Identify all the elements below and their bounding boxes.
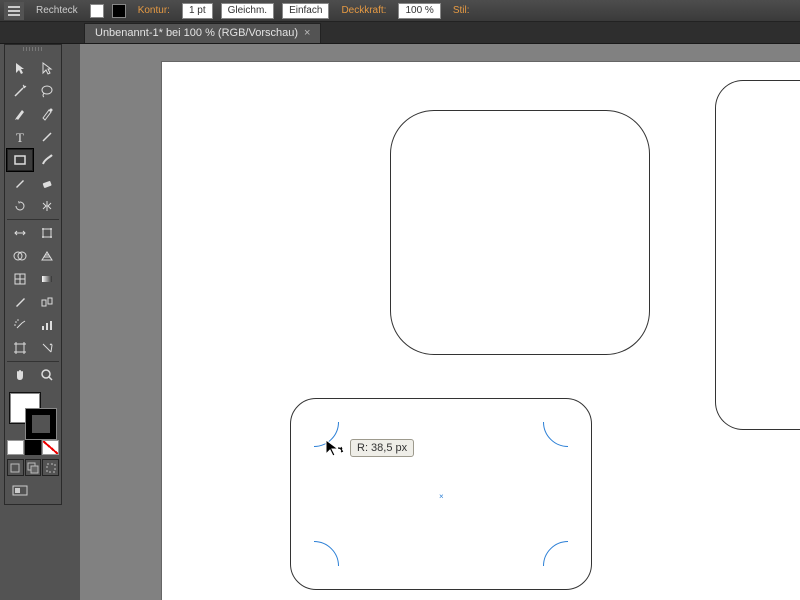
mesh-tool[interactable] <box>7 268 33 290</box>
stroke-color-swatch[interactable] <box>25 408 57 440</box>
canvas-area[interactable]: × R: 38,5 px <box>80 44 800 600</box>
none-mode-icon[interactable] <box>42 440 59 455</box>
free-transform-tool[interactable] <box>34 222 60 244</box>
rounded-rect-1[interactable] <box>390 110 650 355</box>
document-tab[interactable]: Unbenannt-1* bei 100 % (RGB/Vorschau) × <box>84 23 321 43</box>
radius-tooltip: R: 38,5 px <box>350 439 414 457</box>
direct-selection-tool[interactable] <box>34 57 60 79</box>
style-label: Stil: <box>449 5 474 16</box>
tool-name-label: Rechteck <box>32 5 82 16</box>
draw-inside-icon[interactable] <box>42 459 59 476</box>
rotate-tool[interactable] <box>7 195 33 217</box>
symbol-sprayer-tool[interactable] <box>7 314 33 336</box>
svg-text:T: T <box>16 130 24 144</box>
stroke-width-field[interactable]: 1 pt <box>182 3 213 19</box>
artboard: × R: 38,5 px <box>162 62 800 600</box>
control-bar: Rechteck Kontur: 1 pt Gleichm. Einfach D… <box>0 0 800 22</box>
live-corner-widget-br[interactable] <box>543 541 593 591</box>
color-mode-icon[interactable] <box>7 440 24 455</box>
stroke-profile[interactable]: Gleichm. <box>221 3 274 19</box>
pen-tool[interactable] <box>7 103 33 125</box>
blend-tool[interactable] <box>34 291 60 313</box>
zoom-tool[interactable] <box>34 364 60 386</box>
line-segment-tool[interactable] <box>34 126 60 148</box>
live-corner-widget-tr[interactable] <box>543 397 593 447</box>
document-tabbar: Unbenannt-1* bei 100 % (RGB/Vorschau) × <box>0 22 800 44</box>
stroke-label: Kontur: <box>134 5 174 16</box>
hand-tool[interactable] <box>7 364 33 386</box>
cursor-with-tooltip: R: 38,5 px <box>324 438 414 458</box>
perspective-grid-tool[interactable] <box>34 245 60 267</box>
type-tool[interactable]: T <box>7 126 33 148</box>
width-tool[interactable] <box>7 222 33 244</box>
brush-def[interactable]: Einfach <box>282 3 329 19</box>
eyedropper-tool[interactable] <box>7 291 33 313</box>
tools-panel: T <box>4 44 62 505</box>
stroke-swatch[interactable] <box>112 4 126 18</box>
screen-mode-icon[interactable] <box>7 480 33 502</box>
lasso-tool[interactable] <box>34 80 60 102</box>
slice-tool[interactable] <box>34 337 60 359</box>
close-icon[interactable]: × <box>304 27 310 39</box>
shape-builder-tool[interactable] <box>7 245 33 267</box>
fill-swatch[interactable] <box>90 4 104 18</box>
rounded-rect-2-selected[interactable]: × <box>290 398 592 590</box>
cursor-icon <box>324 438 346 458</box>
draw-behind-icon[interactable] <box>25 459 42 476</box>
rectangle-tool[interactable] <box>7 149 33 171</box>
live-corner-widget-bl[interactable] <box>289 541 339 591</box>
gradient-mode-icon[interactable] <box>25 440 42 455</box>
column-graph-tool[interactable] <box>34 314 60 336</box>
curvature-tool[interactable] <box>34 103 60 125</box>
opacity-field[interactable]: 100 % <box>398 3 440 19</box>
gradient-tool[interactable] <box>34 268 60 290</box>
selection-tool[interactable] <box>7 57 33 79</box>
document-tab-title: Unbenannt-1* bei 100 % (RGB/Vorschau) <box>95 27 298 39</box>
rounded-rect-3[interactable] <box>715 80 800 430</box>
reflect-tool[interactable] <box>34 195 60 217</box>
center-point-icon: × <box>439 492 443 496</box>
draw-normal-icon[interactable] <box>7 459 24 476</box>
paintbrush-tool[interactable] <box>34 149 60 171</box>
app-menu-icon[interactable] <box>4 2 24 20</box>
opacity-label: Deckkraft: <box>337 5 390 16</box>
panel-grip-icon[interactable] <box>23 47 43 51</box>
magic-wand-tool[interactable] <box>7 80 33 102</box>
fill-stroke-control[interactable] <box>7 390 61 438</box>
eraser-tool[interactable] <box>34 172 60 194</box>
artboard-tool[interactable] <box>7 337 33 359</box>
pencil-tool[interactable] <box>7 172 33 194</box>
